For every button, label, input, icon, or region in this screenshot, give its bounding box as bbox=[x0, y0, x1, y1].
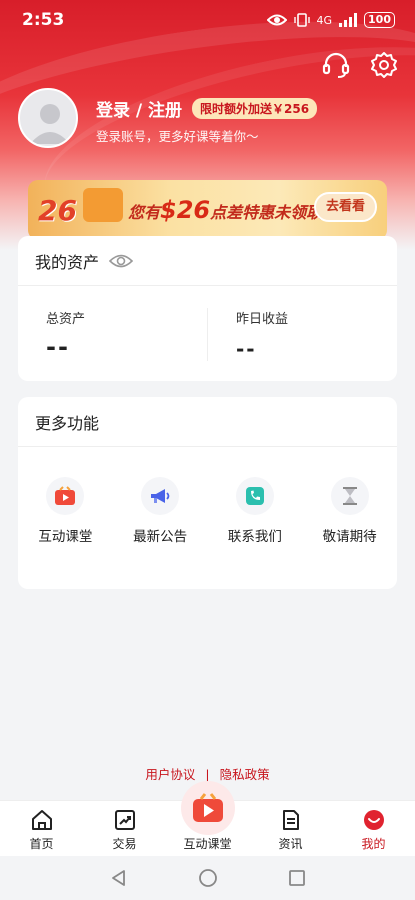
more-functions-card: 更多功能 互动课堂 最新公告 联系我们 敬请期待 bbox=[18, 397, 397, 589]
total-assets-label: 总资产 bbox=[46, 312, 86, 327]
tab-profile[interactable]: 我的 bbox=[332, 801, 415, 856]
feature-label: 联系我们 bbox=[227, 529, 282, 545]
promo-text: 您有$26点差特惠未领取? bbox=[128, 196, 331, 224]
eye-icon[interactable] bbox=[109, 253, 134, 269]
avatar[interactable] bbox=[18, 88, 78, 148]
status-icons: 4G 100 bbox=[266, 12, 395, 28]
megaphone-icon bbox=[151, 489, 170, 503]
more-functions-header: 更多功能 bbox=[18, 397, 397, 447]
total-assets-value: -- bbox=[46, 333, 70, 361]
privacy-policy-link[interactable]: 隐私政策 bbox=[220, 767, 270, 782]
tab-home[interactable]: 首页 bbox=[0, 801, 83, 856]
feature-label: 最新公告 bbox=[133, 529, 188, 545]
classroom-icon bbox=[192, 793, 223, 822]
feature-contact-us[interactable]: 联系我们 bbox=[210, 477, 300, 545]
promo-amount: $26 bbox=[160, 196, 211, 224]
header-actions bbox=[321, 50, 399, 80]
tab-label: 资讯 bbox=[278, 837, 303, 851]
tab-label: 互动课堂 bbox=[183, 837, 232, 851]
status-bar: 2:53 4G 100 bbox=[0, 0, 415, 40]
home-circle-icon[interactable] bbox=[198, 868, 218, 888]
network-label: 4G bbox=[316, 13, 333, 27]
footer-separator: | bbox=[205, 767, 210, 782]
login-subtitle: 登录账号，更多好课等着你～ bbox=[96, 129, 259, 144]
tab-label: 交易 bbox=[112, 837, 137, 851]
assets-header: 我的资产 bbox=[18, 236, 397, 286]
phone-icon bbox=[245, 487, 264, 505]
tab-interactive-classroom[interactable]: 互动课堂 bbox=[166, 781, 249, 856]
back-icon[interactable] bbox=[110, 869, 128, 887]
home-icon bbox=[31, 810, 52, 830]
headset-icon[interactable] bbox=[321, 50, 351, 80]
yesterday-earnings-value: -- bbox=[236, 337, 257, 361]
features-grid: 互动课堂 最新公告 联系我们 敬请期待 bbox=[18, 447, 397, 545]
feature-coming-soon[interactable]: 敬请期待 bbox=[305, 477, 395, 545]
recents-icon[interactable] bbox=[288, 869, 306, 887]
gear-icon[interactable] bbox=[369, 50, 399, 80]
profile-icon bbox=[363, 810, 384, 830]
promo-text-prefix: 您有 bbox=[128, 203, 161, 222]
battery-icon: 100 bbox=[364, 12, 395, 28]
tab-trade[interactable]: 交易 bbox=[83, 801, 166, 856]
video-play-icon bbox=[55, 486, 76, 505]
bonus-badge: 限时额外加送￥256 bbox=[192, 98, 318, 119]
yesterday-earnings-label: 昨日收益 bbox=[236, 312, 289, 327]
feature-latest-announcement[interactable]: 最新公告 bbox=[115, 477, 205, 545]
status-time: 2:53 bbox=[22, 10, 65, 30]
total-assets: 总资产 -- bbox=[18, 308, 207, 361]
gift-box-icon bbox=[83, 188, 123, 222]
more-functions-title: 更多功能 bbox=[35, 413, 100, 433]
tab-label: 首页 bbox=[29, 837, 54, 851]
system-navigation-bar bbox=[0, 856, 415, 900]
promo-view-button[interactable]: 去看看 bbox=[313, 192, 377, 222]
bottom-tabbar: 首页 交易 互动课堂 资讯 我的 bbox=[0, 781, 415, 856]
user-agreement-link[interactable]: 用户协议 bbox=[145, 767, 195, 782]
yesterday-earnings: 昨日收益 -- bbox=[207, 308, 397, 361]
feature-label: 敬请期待 bbox=[322, 529, 377, 545]
assets-card: 我的资产 总资产 -- 昨日收益 -- bbox=[18, 236, 397, 381]
tab-news[interactable]: 资讯 bbox=[249, 801, 332, 856]
login-register-link[interactable]: 登录 / 注册 bbox=[96, 96, 182, 121]
login-row: 登录 / 注册 限时额外加送￥256 bbox=[96, 96, 318, 121]
news-icon bbox=[282, 810, 299, 830]
tab-label: 我的 bbox=[361, 837, 386, 851]
promo-badge-number: 26 bbox=[38, 194, 77, 227]
vibrate-icon bbox=[293, 13, 310, 27]
assets-values: 总资产 -- 昨日收益 -- bbox=[18, 286, 397, 361]
feature-interactive-classroom[interactable]: 互动课堂 bbox=[20, 477, 110, 545]
promo-banner[interactable]: 26 您有$26点差特惠未领取? 去看看 bbox=[28, 180, 387, 240]
assets-title: 我的资产 bbox=[35, 252, 100, 272]
feature-label: 互动课堂 bbox=[38, 529, 93, 545]
signal-icon bbox=[339, 13, 358, 27]
trade-chart-icon bbox=[114, 810, 135, 830]
eye-icon bbox=[266, 14, 287, 26]
hourglass-icon bbox=[342, 487, 357, 505]
